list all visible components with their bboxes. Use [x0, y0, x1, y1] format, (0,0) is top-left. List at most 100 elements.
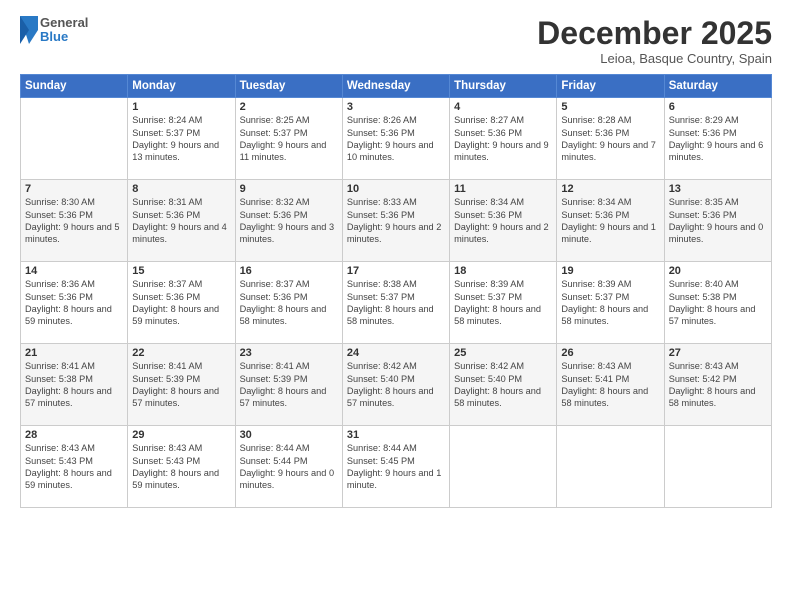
day-detail: Sunrise: 8:41 AM Sunset: 5:38 PM Dayligh… [25, 360, 123, 410]
day-number: 20 [669, 265, 767, 277]
day-detail: Sunrise: 8:24 AM Sunset: 5:37 PM Dayligh… [132, 114, 230, 164]
day-detail: Sunrise: 8:38 AM Sunset: 5:37 PM Dayligh… [347, 278, 445, 328]
day-cell: 26Sunrise: 8:43 AM Sunset: 5:41 PM Dayli… [557, 344, 664, 426]
week-row-4: 28 Sunrise: 8:43 AM Sunset: 5:43 PM Dayli… [21, 426, 772, 508]
day-number: 4 [454, 101, 552, 113]
day-header-thursday: Thursday [450, 75, 557, 98]
day-detail: Sunrise: 8:42 AM Sunset: 5:40 PM Dayligh… [347, 360, 445, 410]
week-row-3: 21Sunrise: 8:41 AM Sunset: 5:38 PM Dayli… [21, 344, 772, 426]
calendar-table: SundayMondayTuesdayWednesdayThursdayFrid… [20, 74, 772, 508]
day-detail: Sunrise: 8:41 AM Sunset: 5:39 PM Dayligh… [240, 360, 338, 410]
logo-icon [20, 16, 38, 44]
day-cell [21, 98, 128, 180]
day-cell: 8Sunrise: 8:31 AM Sunset: 5:36 PM Daylig… [128, 180, 235, 262]
day-detail: Sunrise: 8:44 AM Sunset: 5:44 PM Dayligh… [240, 442, 338, 492]
week-row-1: 7Sunrise: 8:30 AM Sunset: 5:36 PM Daylig… [21, 180, 772, 262]
day-detail: Sunrise: 8:43 AM Sunset: 5:42 PM Dayligh… [669, 360, 767, 410]
day-detail: Sunrise: 8:34 AM Sunset: 5:36 PM Dayligh… [454, 196, 552, 246]
day-cell: 1Sunrise: 8:24 AM Sunset: 5:37 PM Daylig… [128, 98, 235, 180]
day-header-saturday: Saturday [664, 75, 771, 98]
day-number: 14 [25, 265, 123, 277]
day-cell: 31Sunrise: 8:44 AM Sunset: 5:45 PM Dayli… [342, 426, 449, 508]
day-cell: 15Sunrise: 8:37 AM Sunset: 5:36 PM Dayli… [128, 262, 235, 344]
day-number: 13 [669, 183, 767, 195]
day-number: 8 [132, 183, 230, 195]
day-detail: Sunrise: 8:39 AM Sunset: 5:37 PM Dayligh… [561, 278, 659, 328]
day-cell: 9Sunrise: 8:32 AM Sunset: 5:36 PM Daylig… [235, 180, 342, 262]
day-detail: Sunrise: 8:37 AM Sunset: 5:36 PM Dayligh… [240, 278, 338, 328]
week-row-0: 1Sunrise: 8:24 AM Sunset: 5:37 PM Daylig… [21, 98, 772, 180]
day-detail: Sunrise: 8:27 AM Sunset: 5:36 PM Dayligh… [454, 114, 552, 164]
day-cell: 20Sunrise: 8:40 AM Sunset: 5:38 PM Dayli… [664, 262, 771, 344]
day-number: 17 [347, 265, 445, 277]
day-number: 25 [454, 347, 552, 359]
day-number: 19 [561, 265, 659, 277]
day-header-tuesday: Tuesday [235, 75, 342, 98]
day-cell: 21Sunrise: 8:41 AM Sunset: 5:38 PM Dayli… [21, 344, 128, 426]
day-detail: Sunrise: 8:34 AM Sunset: 5:36 PM Dayligh… [561, 196, 659, 246]
day-number: 10 [347, 183, 445, 195]
day-detail: Sunrise: 8:35 AM Sunset: 5:36 PM Dayligh… [669, 196, 767, 246]
day-cell: 5Sunrise: 8:28 AM Sunset: 5:36 PM Daylig… [557, 98, 664, 180]
day-cell: 3Sunrise: 8:26 AM Sunset: 5:36 PM Daylig… [342, 98, 449, 180]
day-header-monday: Monday [128, 75, 235, 98]
day-header-friday: Friday [557, 75, 664, 98]
logo: General Blue [20, 16, 88, 45]
day-number: 9 [240, 183, 338, 195]
day-cell: 4Sunrise: 8:27 AM Sunset: 5:36 PM Daylig… [450, 98, 557, 180]
day-cell: 29Sunrise: 8:43 AM Sunset: 5:43 PM Dayli… [128, 426, 235, 508]
logo-blue: Blue [40, 30, 88, 44]
day-header-sunday: Sunday [21, 75, 128, 98]
day-number: 2 [240, 101, 338, 113]
day-number: 29 [132, 429, 230, 441]
day-detail: Sunrise: 8:43 AM Sunset: 5:43 PM Dayligh… [132, 442, 230, 492]
day-detail: Sunrise: 8:36 AM Sunset: 5:36 PM Dayligh… [25, 278, 123, 328]
day-number: 23 [240, 347, 338, 359]
page: General Blue December 2025 Leioa, Basque… [0, 0, 792, 612]
day-cell: 28Sunrise: 8:43 AM Sunset: 5:43 PM Dayli… [21, 426, 128, 508]
day-cell: 18Sunrise: 8:39 AM Sunset: 5:37 PM Dayli… [450, 262, 557, 344]
day-number: 12 [561, 183, 659, 195]
day-detail: Sunrise: 8:25 AM Sunset: 5:37 PM Dayligh… [240, 114, 338, 164]
day-cell: 13Sunrise: 8:35 AM Sunset: 5:36 PM Dayli… [664, 180, 771, 262]
day-number: 15 [132, 265, 230, 277]
day-detail: Sunrise: 8:31 AM Sunset: 5:36 PM Dayligh… [132, 196, 230, 246]
day-number: 5 [561, 101, 659, 113]
day-detail: Sunrise: 8:30 AM Sunset: 5:36 PM Dayligh… [25, 196, 123, 246]
day-number: 22 [132, 347, 230, 359]
day-number: 21 [25, 347, 123, 359]
day-cell: 12Sunrise: 8:34 AM Sunset: 5:36 PM Dayli… [557, 180, 664, 262]
day-cell: 25Sunrise: 8:42 AM Sunset: 5:40 PM Dayli… [450, 344, 557, 426]
logo-text: General Blue [40, 16, 88, 45]
day-cell: 22Sunrise: 8:41 AM Sunset: 5:39 PM Dayli… [128, 344, 235, 426]
day-number: 18 [454, 265, 552, 277]
header: General Blue December 2025 Leioa, Basque… [20, 16, 772, 66]
day-detail: Sunrise: 8:32 AM Sunset: 5:36 PM Dayligh… [240, 196, 338, 246]
month-title: December 2025 [537, 16, 772, 51]
day-cell: 16Sunrise: 8:37 AM Sunset: 5:36 PM Dayli… [235, 262, 342, 344]
day-number: 28 [25, 429, 123, 441]
day-number: 26 [561, 347, 659, 359]
day-detail: Sunrise: 8:44 AM Sunset: 5:45 PM Dayligh… [347, 442, 445, 492]
location: Leioa, Basque Country, Spain [537, 51, 772, 66]
day-detail: Sunrise: 8:26 AM Sunset: 5:36 PM Dayligh… [347, 114, 445, 164]
day-number: 1 [132, 101, 230, 113]
day-cell: 7Sunrise: 8:30 AM Sunset: 5:36 PM Daylig… [21, 180, 128, 262]
day-detail: Sunrise: 8:33 AM Sunset: 5:36 PM Dayligh… [347, 196, 445, 246]
day-cell: 14Sunrise: 8:36 AM Sunset: 5:36 PM Dayli… [21, 262, 128, 344]
day-number: 16 [240, 265, 338, 277]
day-detail: Sunrise: 8:43 AM Sunset: 5:41 PM Dayligh… [561, 360, 659, 410]
day-number: 30 [240, 429, 338, 441]
day-cell [557, 426, 664, 508]
day-cell: 30Sunrise: 8:44 AM Sunset: 5:44 PM Dayli… [235, 426, 342, 508]
day-number: 3 [347, 101, 445, 113]
day-number: 7 [25, 183, 123, 195]
day-cell: 19Sunrise: 8:39 AM Sunset: 5:37 PM Dayli… [557, 262, 664, 344]
day-cell: 24Sunrise: 8:42 AM Sunset: 5:40 PM Dayli… [342, 344, 449, 426]
day-number: 11 [454, 183, 552, 195]
day-detail: Sunrise: 8:39 AM Sunset: 5:37 PM Dayligh… [454, 278, 552, 328]
day-cell: 10Sunrise: 8:33 AM Sunset: 5:36 PM Dayli… [342, 180, 449, 262]
day-detail: Sunrise: 8:42 AM Sunset: 5:40 PM Dayligh… [454, 360, 552, 410]
day-number: 6 [669, 101, 767, 113]
days-header-row: SundayMondayTuesdayWednesdayThursdayFrid… [21, 75, 772, 98]
